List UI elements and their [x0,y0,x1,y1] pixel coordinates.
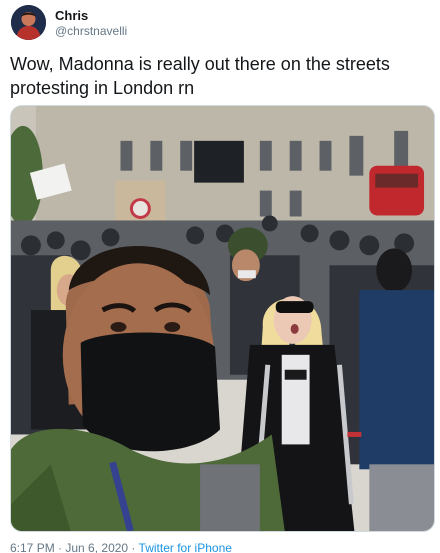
tweet-time[interactable]: 6:17 PM [10,541,55,553]
tweet-meta: 6:17 PM · Jun 6, 2020 · Twitter for iPho… [10,541,232,553]
avatar[interactable] [11,5,46,40]
tweet-text: Wow, Madonna is really out there on the … [10,54,390,98]
tweet-source-link[interactable]: Twitter for iPhone [139,541,232,553]
tweet-date[interactable]: Jun 6, 2020 [65,541,128,553]
tweet-photo[interactable] [10,105,435,532]
display-name[interactable]: Chris [55,8,88,23]
protest-photo [11,106,434,531]
meta-separator-2: · [128,541,139,553]
handle[interactable]: @chrstnavelli [55,24,127,38]
avatar-image [11,5,46,40]
tweet: Chris @chrstnavelli Wow, Madonna is real… [0,0,440,553]
meta-separator: · [54,541,66,553]
